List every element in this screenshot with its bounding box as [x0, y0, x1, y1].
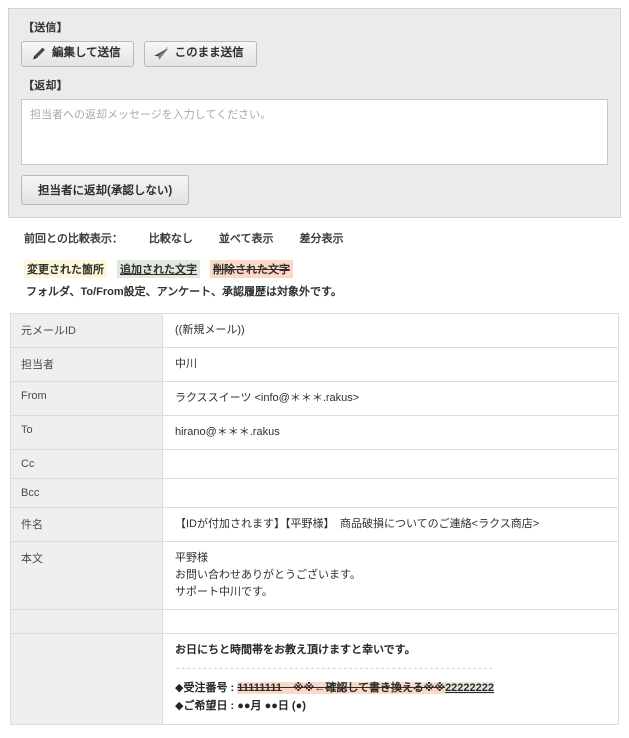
edit-and-send-button[interactable]: 編集して送信	[21, 41, 134, 67]
send-section-label: 【送信】	[23, 22, 68, 34]
row-label-spacer	[10, 609, 163, 634]
order-number-prefix: ◆受注番号 :	[175, 682, 238, 695]
table-row: To hirano@＊＊＊.rakus	[10, 415, 619, 450]
compare-options-row: 前回との比較表示： 比較なし 並べて表示 差分表示	[24, 230, 629, 246]
row-value-body: 平野様 お問い合わせありがとうございます。 サポート中川です。	[162, 541, 619, 610]
diff-legend: 変更された箇所 追加された文字 削除された文字	[24, 260, 629, 278]
row-label-bcc: Bcc	[10, 478, 163, 508]
table-row: 担当者 中川	[10, 347, 619, 382]
order-number-deleted-text: 11111111 ※※←確認して書き換える※※	[237, 682, 446, 695]
pencil-icon	[31, 47, 46, 61]
row-value-cc	[162, 449, 619, 479]
row-label-original-mail-id: 元メールID	[10, 313, 163, 348]
order-number-added-text: 22222222	[445, 682, 495, 695]
row-value-original-mail-id: ((新規メール))	[162, 313, 619, 348]
row-value-owner: 中川	[162, 347, 619, 382]
legend-added: 追加された文字	[117, 260, 200, 278]
approval-action-panel: 【送信】 編集して送信 このまま送信 【返却】 担当者に返却(	[8, 8, 621, 218]
row-value-bcc	[162, 478, 619, 508]
row-label-to: To	[10, 415, 163, 450]
body-continued-heading: お日にちと時間帯をお教え頂けますと幸いです。	[175, 644, 416, 657]
table-row: 本文 平野様 お問い合わせありがとうございます。 サポート中川です。	[10, 541, 619, 610]
body-continued-rule: ----------------------------------------…	[175, 664, 494, 675]
row-value-subject: 【IDが付加されます】【平野様】 商品破損についてのご連絡<ラクス商店>	[162, 507, 619, 542]
row-label-body: 本文	[10, 541, 163, 610]
preferred-date-line: ◆ご希望日 : ●●月 ●●日 (●)	[175, 699, 306, 712]
legend-note: フォルダ、To/From設定、アンケート、承認履歴は対象外です。	[26, 286, 342, 298]
send-button-row: 編集して送信 このまま送信	[21, 41, 608, 67]
reply-section-label: 【返却】	[23, 80, 68, 92]
row-label-body-continued	[10, 633, 163, 725]
row-value-to: hirano@＊＊＊.rakus	[162, 415, 619, 450]
mail-detail-table: 元メールID ((新規メール)) 担当者 中川 From ラクススイーツ <in…	[10, 313, 619, 725]
table-row: Bcc	[10, 478, 619, 508]
table-row: Cc	[10, 449, 619, 479]
table-row: 元メールID ((新規メール))	[10, 313, 619, 348]
compare-option-diff-view[interactable]: 差分表示	[299, 230, 343, 246]
compare-area: 前回との比較表示： 比較なし 並べて表示 差分表示 変更された箇所 追加された文…	[0, 218, 629, 305]
legend-deleted: 削除された文字	[210, 260, 293, 278]
table-row: From ラクススイーツ <info@＊＊＊.rakus>	[10, 381, 619, 416]
return-to-owner-button[interactable]: 担当者に返却(承認しない)	[21, 175, 190, 205]
row-label-cc: Cc	[10, 449, 163, 479]
table-row-spacer	[10, 609, 619, 634]
edit-and-send-label: 編集して送信	[52, 47, 121, 60]
row-label-subject: 件名	[10, 507, 163, 542]
row-label-from: From	[10, 381, 163, 416]
send-as-is-button[interactable]: このまま送信	[143, 41, 257, 67]
paper-plane-icon	[153, 47, 169, 61]
order-number-line: ◆受注番号 : 11111111 ※※←確認して書き換える※※22222222	[175, 680, 610, 698]
send-as-is-label: このまま送信	[174, 47, 244, 60]
compare-option-side-by-side[interactable]: 並べて表示	[219, 230, 274, 246]
row-value-from: ラクススイーツ <info@＊＊＊.rakus>	[162, 381, 619, 416]
row-value-spacer	[162, 609, 619, 634]
reply-message-input[interactable]	[21, 99, 608, 165]
row-label-owner: 担当者	[10, 347, 163, 382]
table-row: お日にちと時間帯をお教え頂けますと幸いです。 -----------------…	[10, 633, 619, 725]
row-value-body-continued: お日にちと時間帯をお教え頂けますと幸いです。 -----------------…	[162, 633, 619, 725]
compare-option-no-compare[interactable]: 比較なし	[149, 230, 193, 246]
compare-label: 前回との比較表示：	[24, 233, 123, 245]
table-row: 件名 【IDが付加されます】【平野様】 商品破損についてのご連絡<ラクス商店>	[10, 507, 619, 542]
legend-changed: 変更された箇所	[24, 260, 107, 278]
